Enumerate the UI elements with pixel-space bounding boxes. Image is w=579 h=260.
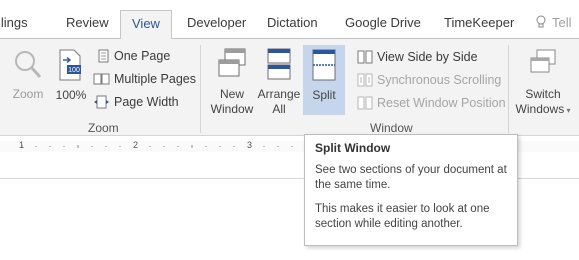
new-window-label-1: New [219,87,244,101]
multiple-pages-button[interactable]: Multiple Pages [93,69,196,89]
ruler-mark-3: 3 [247,140,253,150]
zoom-group-label: Zoom [88,121,119,135]
group-separator [508,45,509,133]
switch-windows-label-1: Switch [525,87,561,101]
zoom-label: Zoom [12,87,44,101]
split-button[interactable]: Split [303,45,345,115]
ruler-mark-1: 1 [19,140,25,150]
page-width-button[interactable]: Page Width [93,92,179,112]
tab-google-drive[interactable]: Google Drive [345,10,421,36]
page-width-icon [94,95,109,109]
synchronous-scrolling-button[interactable]: Synchronous Scrolling [357,70,501,90]
switch-windows-label-2: Windows ▾ [513,102,573,118]
tab-developer[interactable]: Developer [187,10,246,36]
switch-windows-icon [530,49,556,73]
ribbon: Zoom 100 100% One Page Multiple Pages Pa… [0,38,579,136]
tooltip-title: Split Window [315,141,391,155]
synchronous-scrolling-icon [357,73,373,87]
tab-timekeeper[interactable]: TimeKeeper [444,10,514,36]
new-window-icon [218,48,246,77]
synchronous-scrolling-label: Synchronous Scrolling [377,73,502,87]
ribbon-tabs: ilings Review View Developer Dictation G… [0,0,579,39]
tell-me-label: Tell [552,15,572,30]
switch-windows-button[interactable]: Switch Windows ▾ [513,47,573,119]
svg-text:100: 100 [68,67,80,74]
zoom-100-label: 100% [55,88,87,102]
dropdown-arrow-icon: ▾ [564,106,571,115]
zoom-button[interactable]: Zoom [6,49,50,113]
reset-window-position-icon [357,96,373,110]
arrange-all-label-1: Arrange [257,87,301,101]
ruler-mark-2: 2 [133,140,139,150]
arrange-all-label-2: All [272,102,286,116]
window-group-label: Window [370,121,413,135]
tab-mailings[interactable]: ilings [0,10,28,36]
one-page-label: One Page [114,49,171,63]
split-window-tooltip: Split Window See two sections of your do… [304,134,518,246]
zoom-100-button[interactable]: 100 100% [53,48,89,112]
side-by-side-icon [357,50,373,64]
tab-review[interactable]: Review [66,10,109,36]
multiple-pages-icon [93,73,110,85]
view-side-by-side-button[interactable]: View Side by Side [357,47,478,67]
one-page-icon [98,49,109,63]
reset-window-position-label: Reset Window Position [377,96,506,110]
split-label: Split [312,88,336,102]
tell-me-search[interactable]: Tell [536,10,572,36]
new-window-button[interactable]: New Window [206,47,258,117]
lightbulb-icon [536,15,546,28]
arrange-all-button[interactable]: Arrange All [256,47,302,117]
split-window-icon [312,49,336,81]
new-window-label-2: Window [210,102,254,116]
magnifier-icon [15,51,42,79]
multiple-pages-label: Multiple Pages [114,72,196,86]
zoom-100-icon: 100 [59,49,81,81]
arrange-all-icon [267,48,291,80]
group-separator [200,45,201,133]
tab-view[interactable]: View [120,10,172,39]
tooltip-description-2: This makes it easier to look at one sect… [315,203,490,230]
tab-dictation[interactable]: Dictation [267,10,318,36]
reset-window-position-button[interactable]: Reset Window Position [357,93,506,113]
switch-windows-label-2-text: Windows [515,102,565,116]
page-width-label: Page Width [114,95,179,109]
tooltip-description-1: See two sections of your document at the… [315,164,507,191]
view-side-by-side-label: View Side by Side [377,50,478,64]
one-page-button[interactable]: One Page [96,46,170,66]
